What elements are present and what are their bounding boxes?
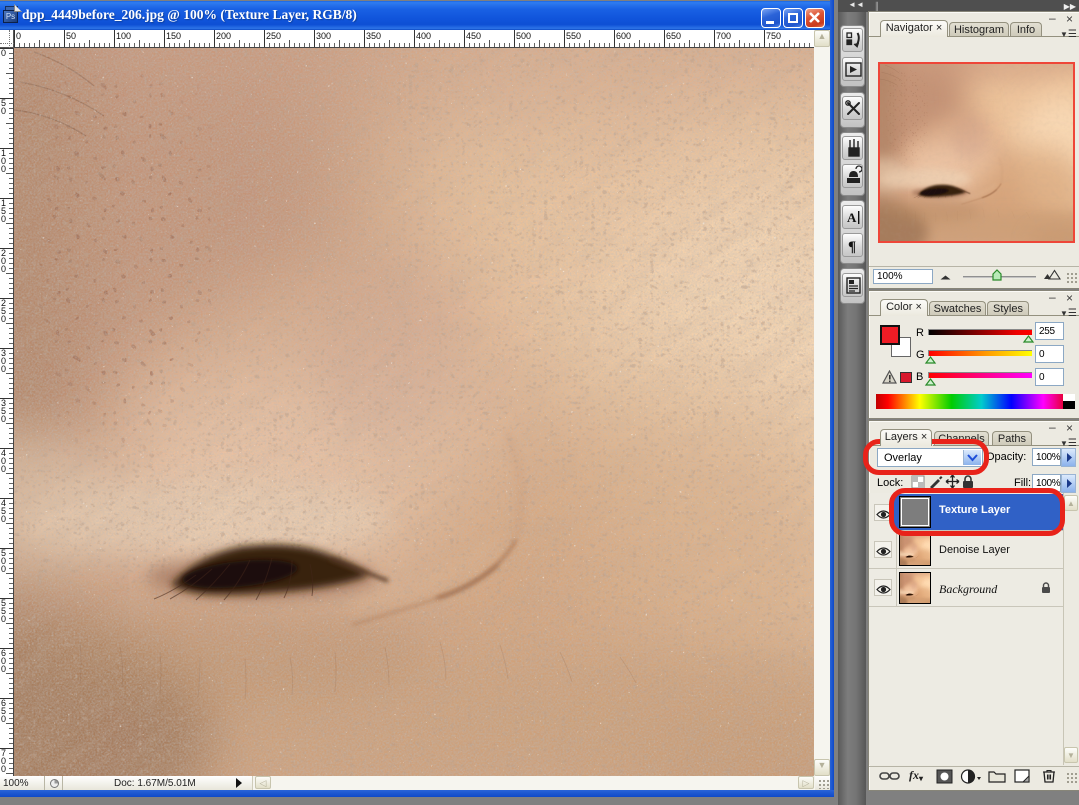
svg-text:¶: ¶	[848, 239, 856, 255]
svg-text:A: A	[847, 210, 857, 225]
